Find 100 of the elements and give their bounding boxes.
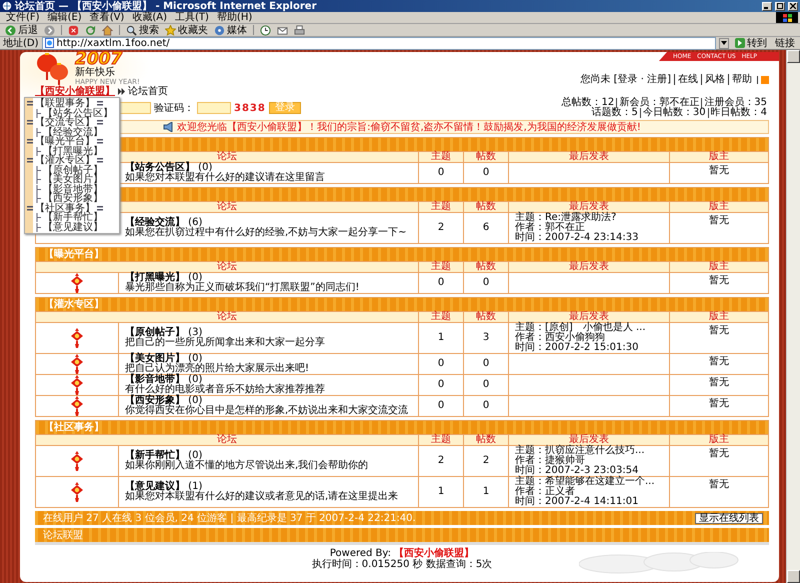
- menu-item[interactable]: 【新手帮忙】: [25, 213, 119, 222]
- close-button[interactable]: [788, 2, 798, 10]
- refresh-button[interactable]: [83, 24, 98, 36]
- footer-stats: 执行时间：0.015250 秒 数据查询：5次: [312, 559, 492, 570]
- dash-icon: [97, 101, 103, 106]
- last-post-time: 时间：2007-2-2 15:01:30: [515, 343, 640, 353]
- rss-icon[interactable]: [757, 76, 769, 84]
- back-button[interactable]: 后退: [3, 24, 40, 36]
- stat-text: 今日帖数：30: [640, 108, 708, 118]
- forum-link[interactable]: 【影音地带】: [125, 374, 185, 385]
- history-button[interactable]: [258, 24, 273, 36]
- table-cell: 1: [464, 477, 508, 507]
- post-count: (0): [188, 374, 202, 385]
- table-cell: 0: [464, 163, 508, 183]
- last-post-topic[interactable]: 主题：Re:泄露求助法?: [515, 213, 663, 223]
- stat-text: 注册会员：35: [701, 98, 769, 108]
- menu-item[interactable]: 【影音地带】: [25, 184, 119, 194]
- stat-text: 话题数：5: [590, 108, 639, 118]
- dropdown-button[interactable]: [719, 38, 729, 48]
- menu-item[interactable]: 查看(V): [86, 12, 128, 23]
- table-cell: 0: [419, 273, 463, 293]
- menu-item[interactable]: 工具(T): [171, 12, 213, 23]
- user-link[interactable]: [登录 · 注册]: [610, 74, 674, 85]
- menu-item[interactable]: 收藏(A): [128, 12, 171, 23]
- show-online-button[interactable]: 显示在线列表: [695, 512, 763, 524]
- forum-link[interactable]: 【原创帖子】: [125, 327, 185, 338]
- menu-item[interactable]: 编辑(E): [44, 12, 86, 23]
- powered-by: Powered By:: [330, 548, 392, 559]
- table-cell: 0: [419, 396, 463, 416]
- forum-link[interactable]: 【新手帮忙】: [125, 450, 185, 461]
- menu-item[interactable]: 【交流专区】: [25, 118, 119, 128]
- forum-link[interactable]: 【打黑曝光】: [125, 272, 185, 283]
- maximize-button[interactable]: [775, 2, 785, 10]
- menu-item[interactable]: 【站务公告区】: [25, 108, 119, 118]
- menu-item[interactable]: 帮助(H): [212, 12, 256, 23]
- column-header: 版主: [670, 202, 768, 212]
- star-icon: [165, 24, 176, 36]
- forum-description: 如果你刚刚入道不懂的地方尽管说出来,我们会帮助你的: [125, 461, 370, 471]
- stop-button[interactable]: [66, 24, 81, 36]
- forum-link[interactable]: 【意见建议】: [125, 481, 185, 492]
- stat-text: 新会员：郭不在正: [616, 98, 702, 108]
- go-button[interactable]: 转到: [732, 38, 770, 48]
- menu-item[interactable]: 【联盟事务】: [25, 99, 119, 108]
- dash-icon: [27, 120, 33, 126]
- forum-description: 如果您对本联盟有什么好的建议请在这里留言: [125, 173, 326, 183]
- post-count: (3): [188, 327, 202, 338]
- login-status: 您尚未: [580, 74, 611, 85]
- favorites-button[interactable]: 收藏夹: [163, 24, 210, 36]
- post-count: (0): [188, 450, 202, 461]
- column-header: 版主: [670, 262, 768, 272]
- menu-item[interactable]: 文件(F): [2, 12, 44, 23]
- forward-button[interactable]: [42, 24, 57, 36]
- user-link[interactable]: 帮助: [728, 74, 755, 85]
- forum-link[interactable]: 【经验交流】: [125, 217, 185, 228]
- search-button[interactable]: 搜索: [124, 24, 161, 36]
- last-post-topic[interactable]: 主题：希望能够在这建立一个...: [515, 477, 663, 487]
- column-header: 帖数: [464, 202, 508, 212]
- home-button[interactable]: [100, 24, 115, 36]
- forum-description: 暴光那些自称为正义而破坏我们“打黑联盟”的同志们!: [125, 283, 360, 293]
- table-cell: 暂无: [670, 354, 768, 374]
- forum-description: 把自己认为漂亮的照片给大家展示出来吧!: [125, 364, 310, 374]
- forum-link[interactable]: 【站务公告区】: [125, 162, 195, 173]
- user-link[interactable]: 在线: [674, 74, 701, 85]
- scrollbar[interactable]: [786, 50, 800, 583]
- forum-link[interactable]: 【美女图片】: [125, 353, 185, 364]
- column-header: 版主: [670, 435, 768, 445]
- user-link[interactable]: 风格: [701, 74, 728, 85]
- home-icon: [102, 24, 113, 36]
- menu-item[interactable]: 【美女图片】: [25, 175, 119, 184]
- table-cell: 暂无: [670, 396, 768, 416]
- links-button[interactable]: 链接: [773, 38, 797, 48]
- captcha-field[interactable]: [197, 102, 231, 114]
- forum-description: 你觉得西安在你心目中是怎样的形象,不妨说出来和大家交流交流: [125, 406, 410, 416]
- table-cell: 0: [464, 375, 508, 395]
- breadcrumb-link[interactable]: 【西安小偷联盟】: [35, 86, 115, 97]
- footer-link[interactable]: 【西安小偷联盟】: [394, 548, 474, 559]
- column-header: 最后发表: [509, 202, 669, 212]
- password-field[interactable]: [117, 102, 151, 114]
- column-header: 最后发表: [509, 312, 669, 322]
- last-post-topic[interactable]: 主题：[原创] 小偷也是人 ...: [515, 323, 663, 333]
- forum-description: 如果您对本联盟有什么好的建议或者意见的话,请在这里提出来: [125, 492, 400, 502]
- last-post-topic[interactable]: 主题：扒窃应注意什么技巧...: [515, 446, 663, 456]
- media-button[interactable]: 媒体: [212, 24, 249, 36]
- stat-text: 昨日帖数：4: [708, 108, 769, 118]
- flag-icon: [782, 14, 792, 22]
- column-header: 论坛: [36, 262, 418, 272]
- menu-item[interactable]: 【经验交流】: [25, 128, 119, 137]
- table-cell: 2: [419, 446, 463, 476]
- minimize-button[interactable]: [762, 2, 772, 10]
- menu-item[interactable]: 【意见建议】: [25, 222, 119, 232]
- column-header: 最后发表: [509, 262, 669, 272]
- forum-description: 把自己的一些所见所闻拿出来和大家一起分享: [125, 338, 326, 348]
- address-field[interactable]: http://xaxtlm.1foo.net/: [42, 36, 716, 50]
- forum-link[interactable]: 【西安形象】: [125, 395, 185, 406]
- menu-item[interactable]: 【原创帖子】: [25, 166, 119, 175]
- menu-item[interactable]: 【曝光平台】: [25, 137, 119, 146]
- menu-item[interactable]: 【西安形象】: [25, 194, 119, 204]
- column-header: 主题: [419, 262, 463, 272]
- last-post-author: 作者：郭不在正: [515, 223, 585, 233]
- print-button[interactable]: [292, 24, 307, 36]
